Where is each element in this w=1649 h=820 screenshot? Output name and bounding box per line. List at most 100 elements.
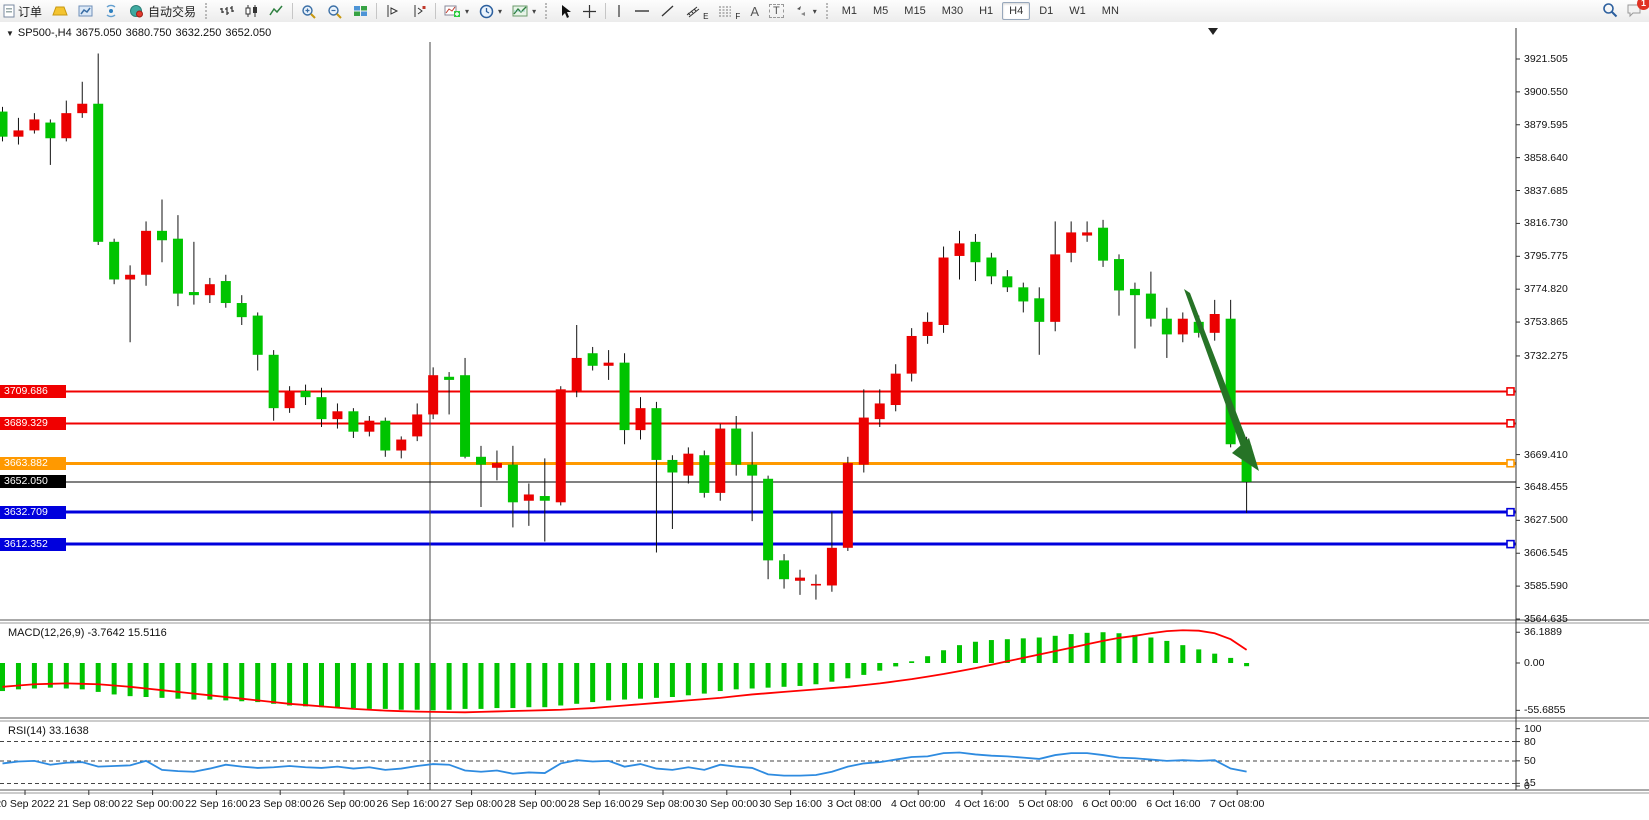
equidistant-channel-icon	[685, 4, 702, 18]
candle-body-up	[364, 421, 374, 432]
timeframe-button-m15[interactable]: M15	[897, 2, 932, 20]
macd-histogram-bar	[957, 645, 962, 663]
macd-histogram-bar	[590, 663, 595, 702]
candle-body-up	[955, 243, 965, 256]
timeframe-clock-button[interactable]: ▾	[474, 0, 507, 22]
macd-histogram-bar	[861, 663, 866, 675]
signals-button[interactable]	[99, 0, 124, 22]
horizontal-line-icon	[634, 4, 650, 18]
line-chart-mode-button[interactable]	[264, 0, 289, 22]
line-handle[interactable]	[2, 509, 9, 516]
candle-body-up	[1210, 314, 1220, 333]
toolbar-separator	[292, 3, 293, 19]
macd-histogram-bar	[1244, 663, 1249, 666]
macd-histogram-bar	[287, 663, 292, 706]
line-handle[interactable]	[2, 420, 9, 427]
main-toolbar: 订单 自动交易	[0, 0, 1649, 23]
chart-shift-button[interactable]	[406, 0, 432, 22]
notifications-button[interactable]: 1	[1626, 2, 1643, 21]
auto-scroll-button[interactable]	[380, 0, 406, 22]
auto-trading-label: 自动交易	[148, 3, 196, 20]
chart-area[interactable]: 3921.5053900.5503879.5953858.6403837.685…	[0, 22, 1649, 820]
line-handle[interactable]	[1507, 509, 1514, 516]
toolbar-separator	[605, 3, 606, 19]
chart-shift-marker[interactable]	[1208, 28, 1218, 35]
timeframe-button-d1[interactable]: D1	[1032, 2, 1060, 20]
candlestick-mode-button[interactable]	[239, 0, 264, 22]
zoom-in-button[interactable]	[296, 0, 322, 22]
text-label-tool-button[interactable]: T	[764, 0, 789, 22]
macd-histogram-bar	[479, 663, 484, 709]
horizontal-line-tool-button[interactable]	[629, 0, 655, 22]
crosshair-icon	[582, 4, 597, 19]
cursor-tool-button[interactable]	[554, 0, 577, 22]
macd-histogram-bar	[989, 640, 994, 663]
gold-chart-button[interactable]	[47, 0, 73, 22]
candle-body-up	[907, 336, 917, 374]
template-button[interactable]: ▾	[507, 0, 541, 22]
timeframe-button-m30[interactable]: M30	[935, 2, 970, 20]
macd-histogram-bar	[1196, 649, 1201, 663]
vertical-line-tool-button[interactable]	[609, 0, 629, 22]
macd-histogram-bar	[271, 663, 276, 704]
candle-body-down	[540, 496, 550, 501]
bar-chart-mode-button[interactable]	[214, 0, 239, 22]
macd-histogram-bar	[175, 663, 180, 699]
timeframe-button-h1[interactable]: H1	[972, 2, 1000, 20]
timeframe-button-m5[interactable]: M5	[866, 2, 895, 20]
candle-body-up	[29, 119, 39, 130]
candle-body-down	[317, 397, 327, 419]
macd-histogram-bar	[813, 663, 818, 684]
macd-histogram-bar	[1085, 633, 1090, 663]
trendline-tool-button[interactable]	[655, 0, 680, 22]
new-order-button[interactable]: 订单	[0, 0, 47, 22]
line-handle[interactable]	[2, 460, 9, 467]
timeframe-button-m1[interactable]: M1	[835, 2, 864, 20]
macd-histogram-bar	[239, 663, 244, 701]
fibonacci-tool-button[interactable]: F	[713, 0, 745, 22]
macd-histogram-bar	[383, 663, 388, 709]
text-tool-button[interactable]: A	[745, 0, 764, 22]
market-watch-button[interactable]	[73, 0, 99, 22]
cursor-icon	[559, 4, 572, 19]
candle-body-down	[269, 355, 279, 408]
line-handle[interactable]	[2, 388, 9, 395]
price-chart[interactable]	[0, 22, 1649, 820]
search-icon[interactable]	[1602, 2, 1618, 21]
toolbar-separator	[376, 3, 377, 19]
line-handle[interactable]	[1507, 420, 1514, 427]
timeframe-button-w1[interactable]: W1	[1062, 2, 1093, 20]
collapse-triangle-icon[interactable]: ▼	[6, 29, 14, 38]
arrows-icon	[794, 4, 809, 18]
line-handle[interactable]	[2, 541, 9, 548]
macd-histogram-bar	[399, 663, 404, 710]
candle-body-up	[412, 414, 422, 436]
timeframe-button-h4[interactable]: H4	[1002, 2, 1030, 20]
candle-body-up	[939, 258, 949, 325]
tile-windows-icon	[353, 4, 368, 18]
arrows-tool-button[interactable]: ▾	[789, 0, 822, 22]
candle-body-up	[1066, 232, 1076, 252]
macd-histogram-bar	[1053, 636, 1058, 663]
candle-body-down	[763, 479, 773, 561]
line-handle[interactable]	[1507, 460, 1514, 467]
candle-body-up	[492, 463, 502, 468]
macd-histogram-bar	[1180, 645, 1185, 663]
ohlc-high: 3680.750	[126, 27, 172, 39]
auto-trading-button[interactable]: 自动交易	[124, 0, 201, 22]
line-handle[interactable]	[1507, 541, 1514, 548]
candle-body-down	[1002, 276, 1012, 287]
tile-windows-button[interactable]	[348, 0, 373, 22]
macd-histogram-bar	[622, 663, 627, 700]
zoom-out-button[interactable]	[322, 0, 348, 22]
channel-tool-button[interactable]: E	[680, 0, 713, 22]
macd-histogram-bar	[1037, 638, 1042, 664]
line-handle[interactable]	[1507, 388, 1514, 395]
macd-histogram-bar	[909, 661, 914, 663]
candle-body-up	[524, 494, 534, 500]
indicators-button[interactable]: ▾	[439, 0, 474, 22]
crosshair-tool-button[interactable]	[577, 0, 602, 22]
macd-histogram-bar	[1101, 632, 1106, 663]
timeframe-button-mn[interactable]: MN	[1095, 2, 1126, 20]
symbol-header: ▼ SP500-,H4 3675.050 3680.750 3632.250 3…	[6, 27, 271, 39]
